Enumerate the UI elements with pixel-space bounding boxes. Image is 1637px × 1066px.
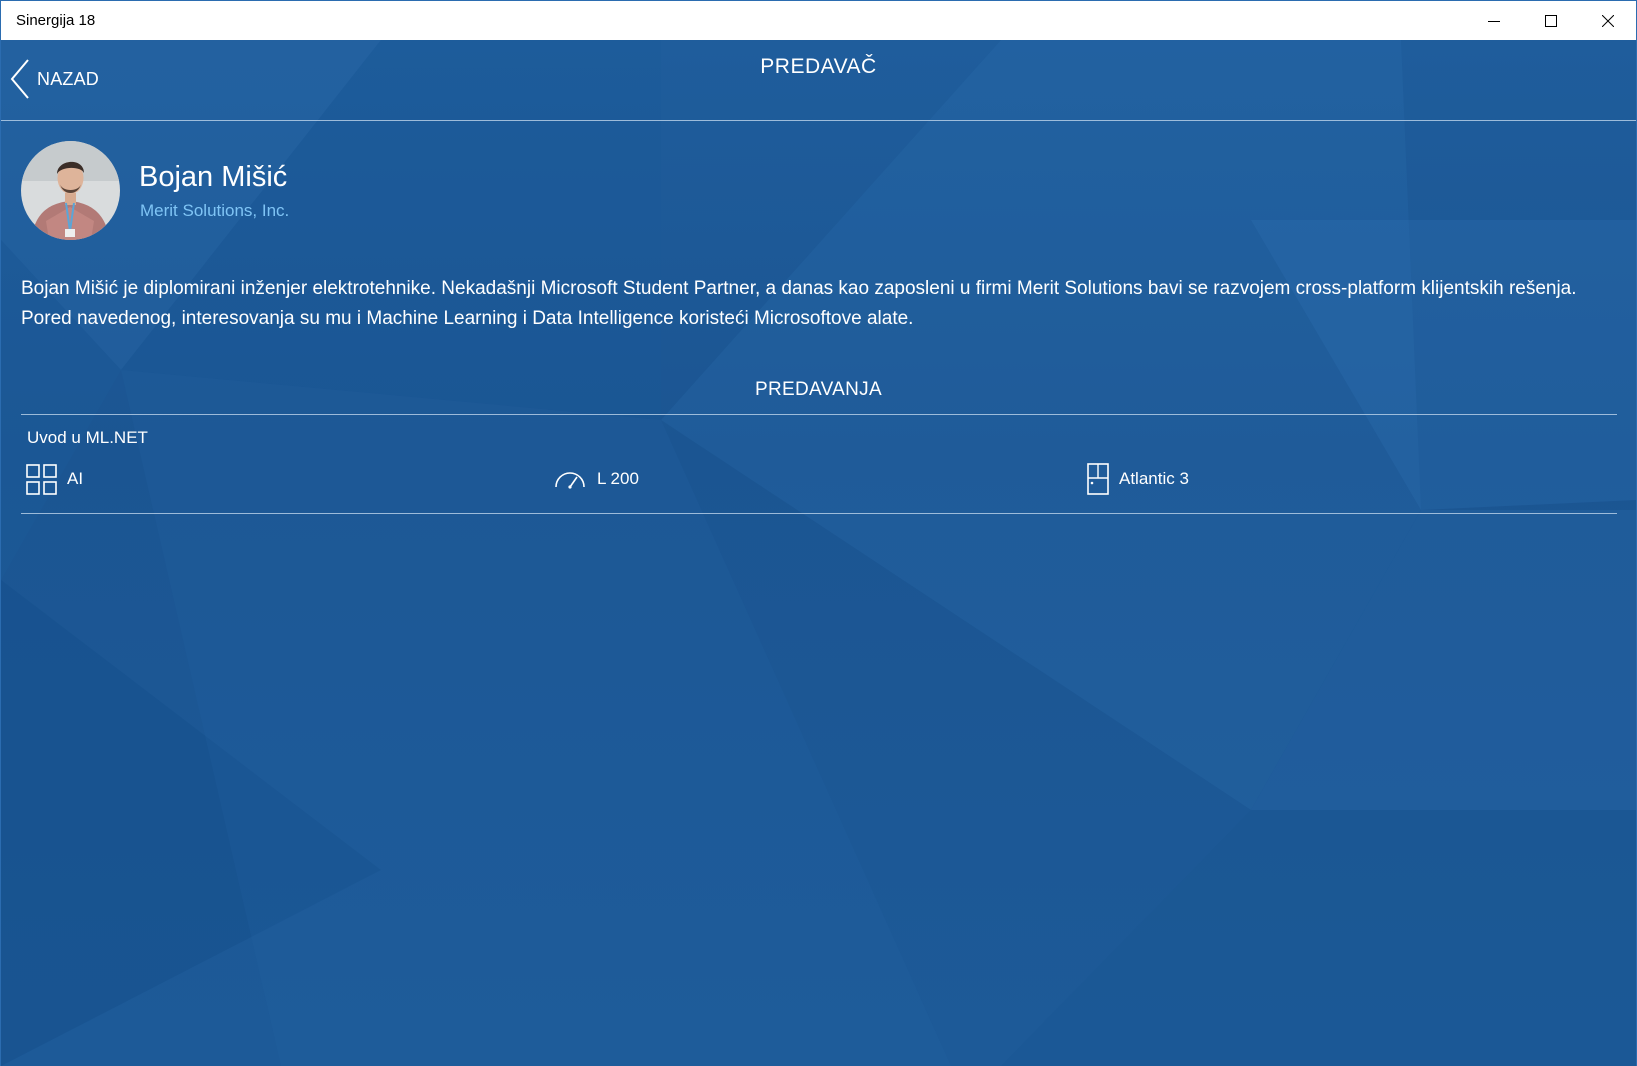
page-header: NAZAD PREDAVAČ (1, 40, 1636, 121)
main-content: NAZAD PREDAVAČ Bojan Mišić Merit Solutio… (1, 40, 1636, 1066)
maximize-icon (1545, 14, 1557, 27)
sessions-section-title: PREDAVANJA (755, 379, 882, 400)
session-room: Atlantic 3 (1087, 462, 1189, 496)
title-bar: Sinergija 18 (1, 1, 1636, 40)
session-level-label: L 200 (597, 469, 639, 488)
grid-icon (26, 463, 57, 495)
session-title: Uvod u ML.NET (27, 428, 148, 447)
door-icon (1087, 463, 1109, 495)
session-item[interactable]: Uvod u ML.NET AI L 200 Atlantic 3 (21, 415, 1617, 514)
speaker-bio: Bojan Mišić je diplomirani inženjer elek… (21, 278, 1577, 329)
speaker-photo (21, 141, 120, 240)
close-button[interactable] (1580, 1, 1636, 40)
page-title: PREDAVAČ (760, 55, 877, 78)
speaker-avatar (21, 141, 120, 240)
speaker-name: Bojan Mišić (139, 161, 288, 193)
session-room-label: Atlantic 3 (1119, 469, 1189, 488)
speaker-company: Merit Solutions, Inc. (140, 201, 290, 220)
maximize-button[interactable] (1523, 1, 1579, 40)
app-window: Sinergija 18 NAZAD PREDAVAČ Bojan Mišić … (0, 0, 1637, 1066)
session-track-label: AI (67, 469, 84, 488)
session-track: AI (26, 462, 83, 496)
speedometer-icon (555, 472, 585, 489)
minimize-button[interactable] (1466, 1, 1522, 40)
session-level: L 200 (553, 462, 639, 496)
window-title: Sinergija 18 (16, 12, 96, 29)
minimize-icon (1488, 20, 1500, 22)
close-icon (1602, 14, 1614, 27)
